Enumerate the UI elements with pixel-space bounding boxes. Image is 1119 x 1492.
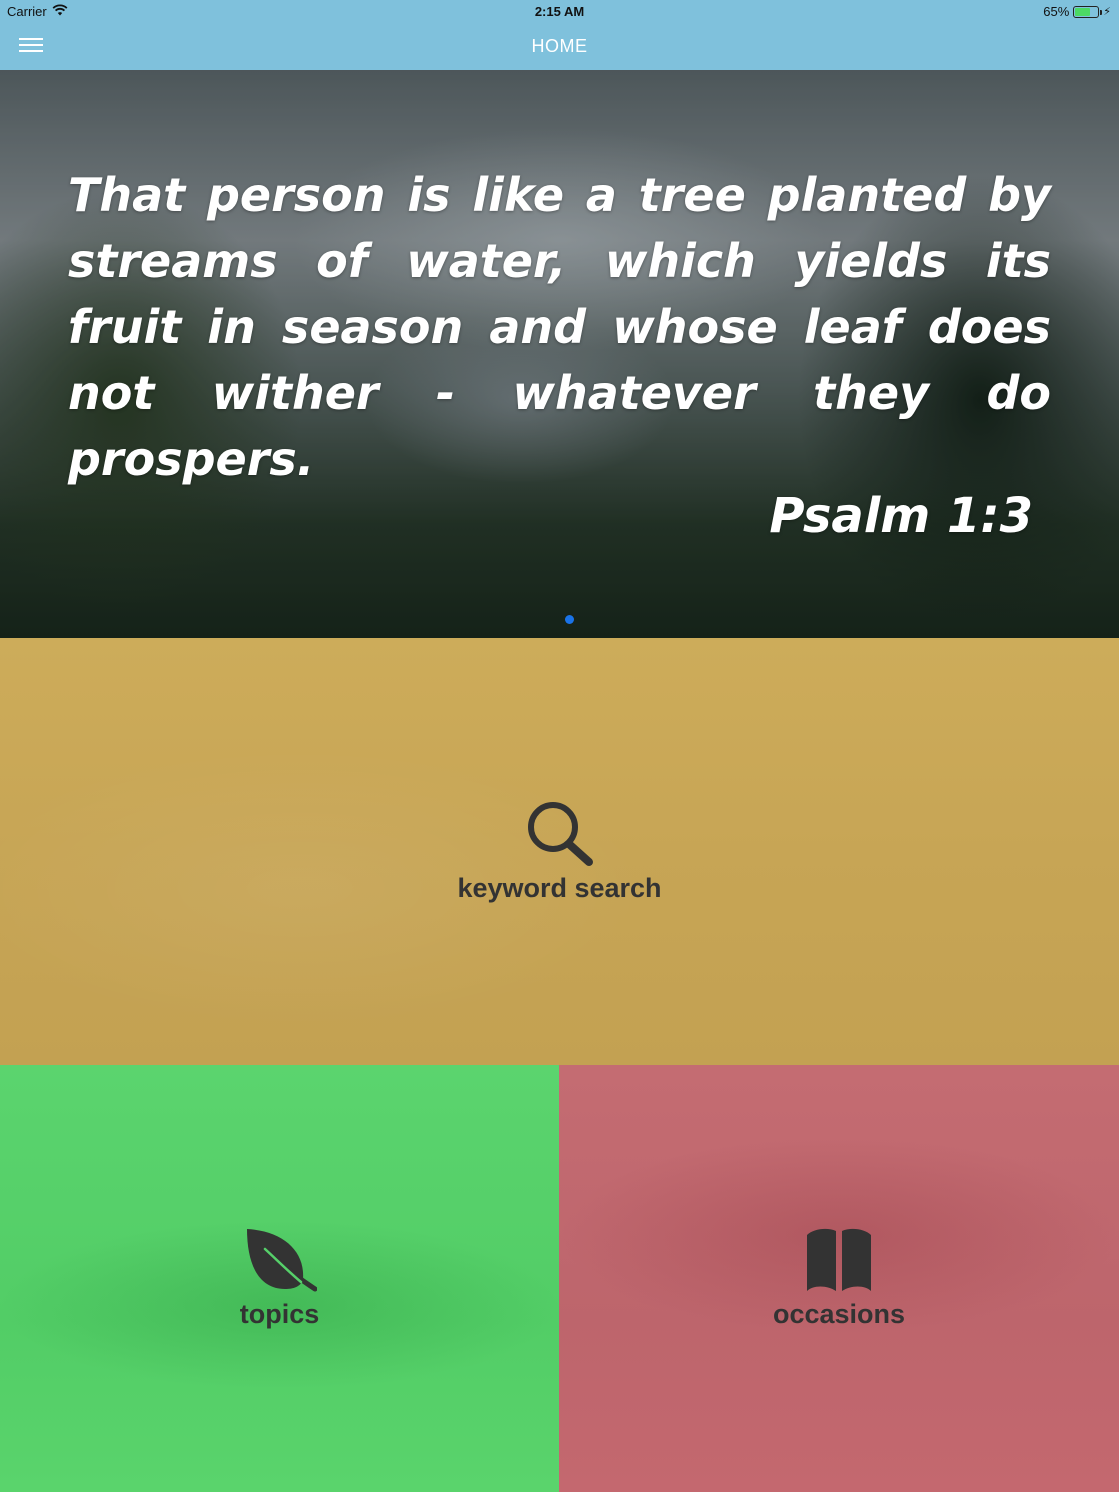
- leaf-icon: [243, 1227, 317, 1295]
- page-indicator-dot[interactable]: [565, 615, 574, 624]
- battery-fill: [1075, 7, 1090, 16]
- page-title: HOME: [531, 36, 588, 56]
- occasions-tile[interactable]: occasions: [559, 1065, 1119, 1492]
- book-icon: [805, 1227, 873, 1295]
- navigation-bar: Carrier 2:15 AM 65% ⚡ HOME: [0, 0, 1119, 70]
- battery-percent: 65%: [1043, 4, 1070, 19]
- keyword-search-tile[interactable]: keyword search: [0, 638, 1119, 1065]
- status-time: 2:15 AM: [534, 4, 585, 19]
- occasions-label: occasions: [772, 1299, 906, 1329]
- search-icon: [525, 799, 595, 867]
- verse-quote: That person is like a tree planted by st…: [68, 168, 1051, 486]
- charging-bolt-icon: ⚡: [1103, 5, 1111, 18]
- keyword-search-label: keyword search: [457, 873, 662, 903]
- topics-tile[interactable]: topics: [0, 1065, 559, 1492]
- battery-indicator: 65% ⚡: [1043, 4, 1111, 19]
- battery-icon: [1073, 5, 1103, 18]
- verse-banner[interactable]: That person is like a tree planted by st…: [0, 70, 1119, 638]
- status-bar: Carrier 2:15 AM 65% ⚡: [0, 0, 1119, 22]
- topics-label: topics: [239, 1299, 320, 1329]
- verse-reference: Psalm 1:3: [769, 488, 1033, 544]
